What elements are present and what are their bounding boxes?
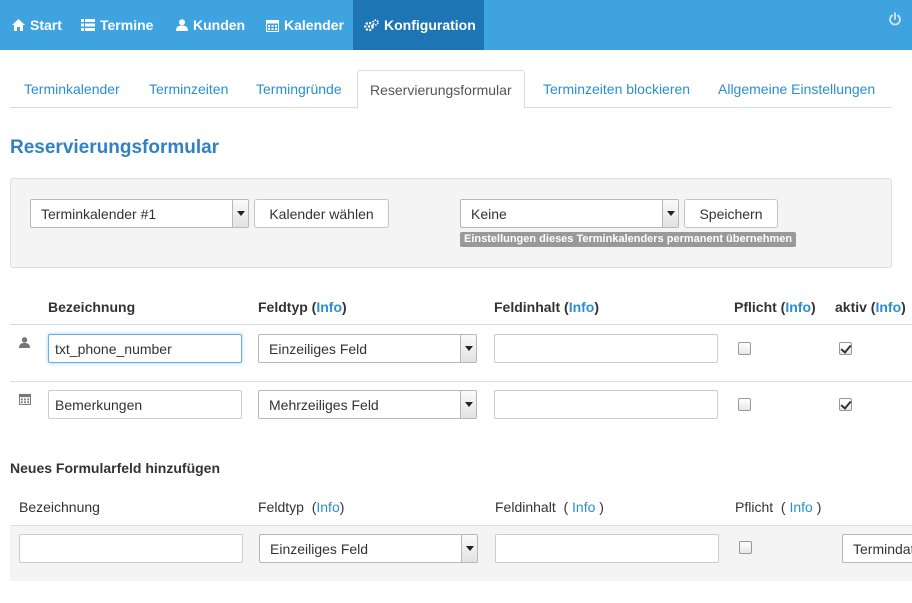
col-header-required: Pflicht (Info)	[734, 299, 816, 315]
tab-terminzeiten[interactable]: Terminzeiten	[137, 70, 240, 108]
table-divider	[10, 381, 912, 382]
tab-terminzeiten-blockieren[interactable]: Terminzeiten blockieren	[531, 70, 702, 108]
field-type-value: Mehrzeiliges Feld	[269, 396, 379, 413]
type-info-link[interactable]: Info	[316, 299, 342, 315]
field-name-input[interactable]: Bemerkungen	[48, 390, 242, 419]
content-info-link[interactable]: Info	[569, 299, 595, 315]
new-col-header-required: Pflicht ( Info )	[735, 499, 822, 515]
preset-select-value: Keine	[471, 205, 507, 222]
new-col-header-name: Bezeichnung	[19, 499, 100, 515]
nav-termine[interactable]: Termine	[81, 0, 153, 50]
chevron-down-icon	[460, 391, 476, 418]
config-tabs: Terminkalender Terminzeiten Termingründe…	[10, 70, 892, 109]
calendar-select-value: Terminkalender #1	[41, 205, 157, 222]
permanent-hint-badge: Einstellungen dieses Terminkalenders per…	[460, 232, 797, 247]
chevron-down-icon	[460, 335, 476, 362]
new-content-info-link[interactable]: Info	[572, 499, 595, 515]
home-icon	[12, 19, 25, 31]
new-type-info-link[interactable]: Info	[316, 499, 339, 515]
new-required-info-link[interactable]: Info	[789, 499, 812, 515]
nav-konfiguration[interactable]: Konfiguration	[353, 0, 484, 50]
field-content-input[interactable]	[494, 334, 718, 363]
tab-reservierungsformular[interactable]: Reservierungsformular	[357, 70, 525, 109]
field-content-input[interactable]	[494, 390, 718, 419]
new-field-name-input[interactable]	[19, 534, 243, 563]
new-field-extra-select[interactable]: Termindat	[842, 534, 912, 563]
new-field-type-select[interactable]: Einzeiliges Feld	[259, 534, 478, 563]
list-icon	[81, 19, 95, 31]
calendar-select[interactable]: Terminkalender #1	[30, 199, 249, 228]
preset-select[interactable]: Keine	[460, 199, 679, 228]
field-required-checkbox[interactable]	[738, 342, 751, 355]
field-type-select[interactable]: Mehrzeiliges Feld	[258, 390, 477, 419]
new-field-type-value: Einzeiliges Feld	[270, 540, 369, 557]
nav-kunden[interactable]: Kunden	[176, 0, 245, 50]
col-header-active: aktiv (Info)	[835, 299, 906, 315]
nav-termine-label: Termine	[100, 17, 154, 33]
active-info-link[interactable]: Info	[875, 299, 901, 315]
tab-terminkalender[interactable]: Terminkalender	[12, 70, 132, 108]
chevron-down-icon	[232, 200, 248, 227]
user-icon	[19, 337, 30, 348]
nav-konfiguration-label: Konfiguration	[384, 17, 476, 33]
nav-kunden-label: Kunden	[193, 17, 246, 33]
nav-start-label: Start	[30, 17, 62, 33]
new-col-header-content: Feldinhalt ( Info )	[495, 499, 604, 515]
col-header-content: Feldinhalt (Info)	[494, 299, 600, 315]
col-header-name: Bezeichnung	[48, 299, 136, 315]
nav-kalender-label: Kalender	[284, 17, 344, 33]
new-col-header-type: Feldtyp (Info)	[258, 499, 345, 515]
new-field-title: Neues Formularfeld hinzufügen	[10, 460, 221, 476]
new-field-required-checkbox[interactable]	[739, 541, 752, 554]
save-button[interactable]: Speichern	[684, 199, 778, 228]
field-type-value: Einzeiliges Feld	[269, 340, 368, 357]
chevron-down-icon	[662, 200, 678, 227]
new-field-content-input[interactable]	[495, 534, 719, 563]
field-active-checkbox[interactable]	[839, 342, 852, 355]
field-type-select[interactable]: Einzeiliges Feld	[258, 334, 477, 363]
tab-allgemeine-einstellungen[interactable]: Allgemeine Einstellungen	[706, 70, 887, 108]
page-title: Reservierungsformular	[10, 137, 220, 158]
nav-start[interactable]: Start	[12, 0, 62, 50]
choose-calendar-button[interactable]: Kalender wählen	[254, 199, 389, 228]
field-name-input[interactable]: txt_phone_number	[48, 334, 242, 363]
col-header-type: Feldtyp (Info)	[258, 299, 347, 315]
tab-termingruende[interactable]: Termingründe	[244, 70, 354, 108]
table-divider	[10, 324, 912, 325]
field-required-checkbox[interactable]	[738, 398, 751, 411]
cogs-icon	[364, 18, 379, 31]
power-icon[interactable]	[888, 12, 902, 26]
top-navbar: Start Termine Kunden Kalender Konfigurat…	[0, 0, 912, 50]
calendar-icon	[19, 393, 31, 405]
nav-kalender[interactable]: Kalender	[266, 0, 344, 50]
calendar-icon	[266, 19, 279, 32]
required-info-link[interactable]: Info	[785, 299, 811, 315]
field-active-checkbox[interactable]	[839, 398, 852, 411]
new-field-extra-value: Termindat	[853, 540, 912, 557]
chevron-down-icon	[461, 535, 477, 562]
user-icon	[176, 19, 188, 31]
